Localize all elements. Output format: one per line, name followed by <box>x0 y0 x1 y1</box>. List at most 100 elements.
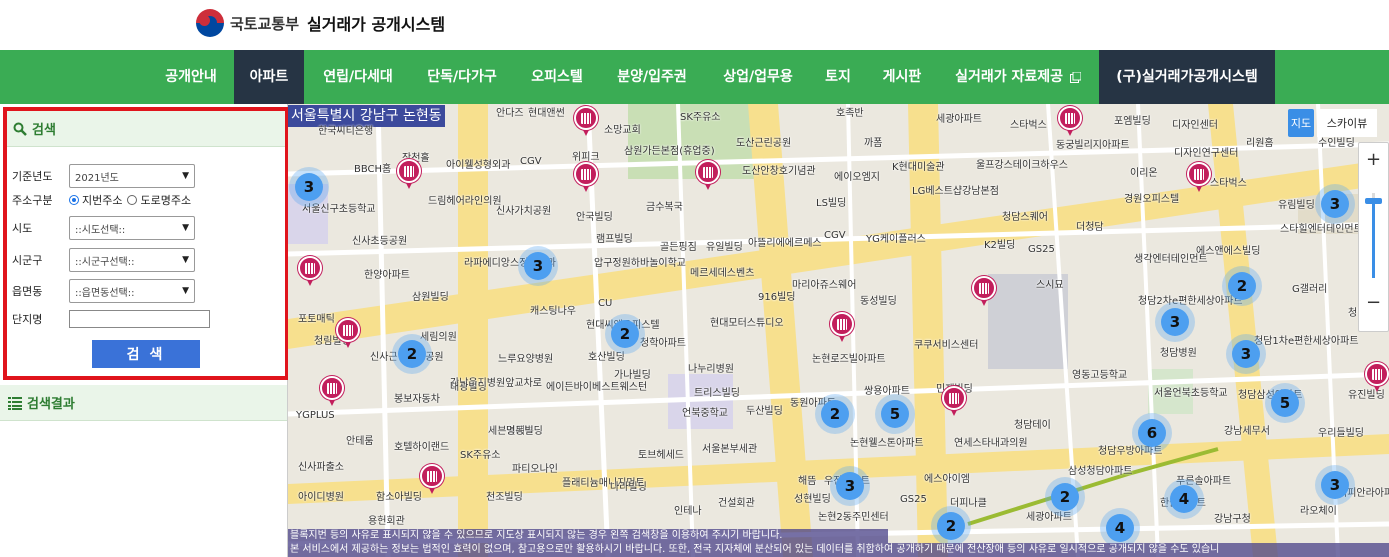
cluster-count: 2 <box>398 340 426 368</box>
nav-item-board[interactable]: 게시판 <box>870 50 934 104</box>
nav-item-townhouse[interactable]: 연립/다세대 <box>308 50 408 104</box>
map-label: 느루요양병원 <box>498 354 554 365</box>
cluster-count: 3 <box>836 472 864 500</box>
zoom-slider-handle[interactable] <box>1365 198 1382 204</box>
apartment-pin[interactable] <box>942 386 966 416</box>
cluster-marker[interactable]: 4 <box>1100 508 1140 548</box>
map-label: 스시묘 <box>1036 280 1064 291</box>
top-header: 국토교통부 실거래가 공개시스템 <box>0 0 1389 50</box>
cluster-count: 4 <box>1106 514 1134 542</box>
nav-item-officetel[interactable]: 오피스텔 <box>518 50 596 104</box>
building-icon <box>979 282 989 294</box>
nav-item-presale[interactable]: 분양/입주권 <box>602 50 702 104</box>
cluster-marker[interactable]: 2 <box>1222 266 1262 306</box>
map-label: CGV <box>520 156 542 167</box>
cluster-marker[interactable]: 2 <box>815 394 855 434</box>
apartment-pin[interactable] <box>1058 106 1082 136</box>
map-label: 두산빌딩 <box>746 406 783 417</box>
sido-select[interactable]: ::시도선택:: ▼ <box>69 216 195 240</box>
cluster-marker[interactable]: 3 <box>518 246 558 286</box>
apartment-pin[interactable] <box>336 318 360 348</box>
site-logo[interactable]: 국토교통부 실거래가 공개시스템 <box>196 9 445 37</box>
apartment-pin[interactable] <box>320 376 344 406</box>
building-icon <box>1194 168 1204 180</box>
map-label: 에스앤에스빌딩 <box>1196 246 1261 257</box>
zoom-out-button[interactable]: − <box>1359 288 1388 316</box>
map-label: 까폼 <box>864 138 883 149</box>
map-type-skyview-button[interactable]: 스카이뷰 <box>1317 109 1377 137</box>
apartment-pin[interactable] <box>397 159 421 189</box>
complex-name-input[interactable] <box>69 310 210 328</box>
cluster-marker[interactable]: 5 <box>875 394 915 434</box>
apartment-pin[interactable] <box>420 464 444 494</box>
cluster-count: 3 <box>1232 340 1260 368</box>
cluster-marker[interactable]: 2 <box>605 314 645 354</box>
map-label: 함소아빌딩 <box>376 492 422 503</box>
radio-jibun-dot[interactable] <box>69 195 79 205</box>
cluster-marker[interactable]: 3 <box>1226 334 1266 374</box>
map-label: 아뜰리에에르메스 <box>748 238 822 249</box>
map-notice-line-1: 블록지번 등의 사유로 표시되지 않을 수 있으므로 지도상 표시되지 않는 경… <box>288 529 888 543</box>
cluster-count: 2 <box>821 400 849 428</box>
map-label: 유림빌딩 <box>1278 200 1315 211</box>
nav-item-land[interactable]: 토지 <box>812 50 864 104</box>
cluster-marker[interactable]: 2 <box>392 334 432 374</box>
apartment-pin[interactable] <box>298 256 322 286</box>
list-icon <box>8 396 22 410</box>
cluster-marker[interactable]: 6 <box>1132 413 1172 453</box>
map-label: 언북중학교 <box>682 408 728 419</box>
map-label: 대광빌딩 <box>450 382 487 393</box>
nav-item-commercial[interactable]: 상업/업무용 <box>708 50 808 104</box>
map-label: GS25 <box>900 494 927 505</box>
cluster-count: 2 <box>937 512 965 540</box>
nav-item-legacy-system[interactable]: (구)실거래가공개시스템 <box>1099 50 1275 104</box>
map-label: 논현웰스톤아파트 <box>850 438 924 449</box>
cluster-marker[interactable]: 3 <box>1155 302 1195 342</box>
radio-road-dot[interactable] <box>127 195 138 205</box>
cluster-marker[interactable]: 3 <box>830 466 870 506</box>
radio-road[interactable]: 도로명주소 <box>127 192 191 208</box>
cluster-marker[interactable]: 2 <box>931 506 971 546</box>
building-icon <box>404 165 414 177</box>
radio-jibun[interactable]: 지번주소 <box>69 192 122 208</box>
apartment-pin[interactable] <box>972 276 996 306</box>
cluster-marker[interactable]: 3 <box>289 167 329 207</box>
nav-item-data-service[interactable]: 실거래가 자료제공 <box>944 50 1092 104</box>
apartment-pin[interactable] <box>1365 362 1389 392</box>
apartment-pin[interactable] <box>574 162 598 192</box>
cluster-marker[interactable]: 3 <box>1315 465 1355 505</box>
sido-row: 시도 ::시도선택:: ▼ <box>12 216 195 240</box>
year-select[interactable]: 2021년도 ▼ <box>69 164 195 188</box>
map-label: K2빌딩 <box>984 240 1016 251</box>
map-label: 신사파출소 <box>298 462 344 473</box>
zoom-slider-fill <box>1372 203 1375 278</box>
nav-item-apartment[interactable]: 아파트 <box>234 50 304 104</box>
map-label: 성현빌딩 <box>794 494 831 505</box>
cluster-marker[interactable]: 3 <box>1315 184 1355 224</box>
map-label: CU <box>598 298 613 309</box>
nav-item-detached[interactable]: 단독/다가구 <box>412 50 512 104</box>
sido-select-value: ::시도선택:: <box>75 224 126 236</box>
map-canvas[interactable]: 서울특별시 강남구 논현동 한국씨티은행 BBCH홈 장천홀 아이웰성형외과 C… <box>288 104 1389 557</box>
cluster-marker[interactable]: 4 <box>1164 479 1204 519</box>
building-icon <box>305 262 315 274</box>
nav-item-guide[interactable]: 공개안내 <box>152 50 230 104</box>
map-label: 나라빌딩 <box>610 482 647 493</box>
zoom-in-button[interactable]: + <box>1359 145 1388 173</box>
building-icon <box>427 470 437 482</box>
cluster-marker[interactable]: 2 <box>1045 477 1085 517</box>
map-label: 동성빌딩 <box>860 296 897 307</box>
apartment-pin[interactable] <box>574 106 598 136</box>
search-button[interactable]: 검 색 <box>92 340 200 368</box>
apartment-pin[interactable] <box>696 160 720 190</box>
apartment-pin[interactable] <box>1187 162 1211 192</box>
map-label: BBCH홈 <box>354 164 392 175</box>
map-label: 청담테이 <box>1014 420 1051 431</box>
map-label: 트리스빌딩 <box>694 388 740 399</box>
map-type-map-button[interactable]: 지도 <box>1288 109 1314 137</box>
apartment-pin[interactable] <box>830 312 854 342</box>
map-label: 아이웰성형외과 <box>446 160 511 171</box>
sigungu-select[interactable]: ::시군구선택:: ▼ <box>69 248 195 272</box>
cluster-marker[interactable]: 5 <box>1265 383 1305 423</box>
eupmyeondong-select[interactable]: ::읍면동선택:: ▼ <box>69 279 195 303</box>
